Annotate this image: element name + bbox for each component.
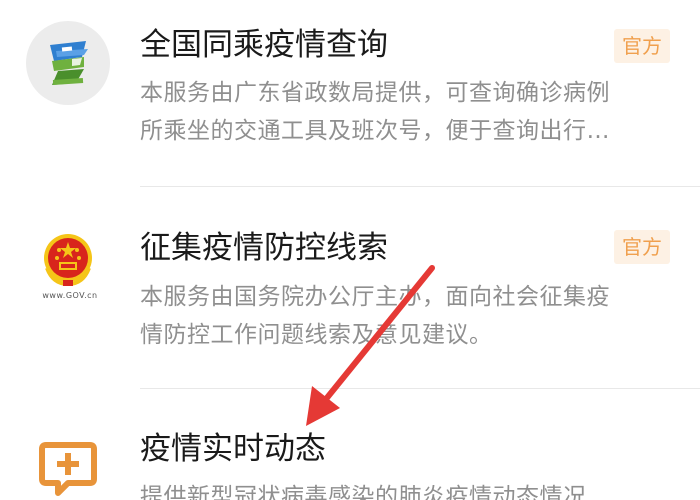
travel-search-icon: [26, 21, 110, 105]
service-item-travel-query[interactable]: 全国同乘疫情查询 官方 本服务由广东省政数局提供，可查询确诊病例 所乘坐的交通工…: [0, 0, 700, 187]
service-title: 疫情实时动态: [140, 431, 326, 467]
service-title: 全国同乘疫情查询: [140, 27, 388, 63]
service-item-epidemic-dynamics[interactable]: 疫情实时动态 提供新型冠状病毒感染的肺炎疫情动态情况: [0, 389, 700, 500]
service-item-epidemic-clues[interactable]: www.GOV.cn 征集疫情防控线索 官方 本服务由国务院办公厅主办，面向社会…: [0, 187, 700, 389]
description-line: 提供新型冠状病毒感染的肺炎疫情动态情况: [140, 484, 587, 500]
gov-domain-text: www.GOV.cn: [42, 291, 98, 300]
service-description: 提供新型冠状病毒感染的肺炎疫情动态情况: [140, 478, 665, 500]
description-line: 本服务由广东省政数局提供，可查询确诊病例: [140, 80, 610, 106]
service-description: 本服务由广东省政数局提供，可查询确诊病例 所乘坐的交通工具及班次号，便于查询出行…: [140, 74, 665, 150]
official-badge: 官方: [614, 230, 670, 264]
description-line: 本服务由国务院办公厅主办，面向社会征集疫: [140, 284, 610, 310]
description-line: 所乘坐的交通工具及班次号，便于查询出行…: [140, 118, 610, 144]
official-badge: 官方: [614, 29, 670, 63]
service-description: 本服务由国务院办公厅主办，面向社会征集疫 情防控工作问题线索及意见建议。: [140, 278, 665, 354]
service-title: 征集疫情防控线索: [140, 230, 388, 266]
service-list-page: 全国同乘疫情查询 官方 本服务由广东省政数局提供，可查询确诊病例 所乘坐的交通工…: [0, 0, 700, 500]
medical-chat-icon: [38, 439, 98, 499]
description-line: 情防控工作问题线索及意见建议。: [140, 322, 493, 348]
